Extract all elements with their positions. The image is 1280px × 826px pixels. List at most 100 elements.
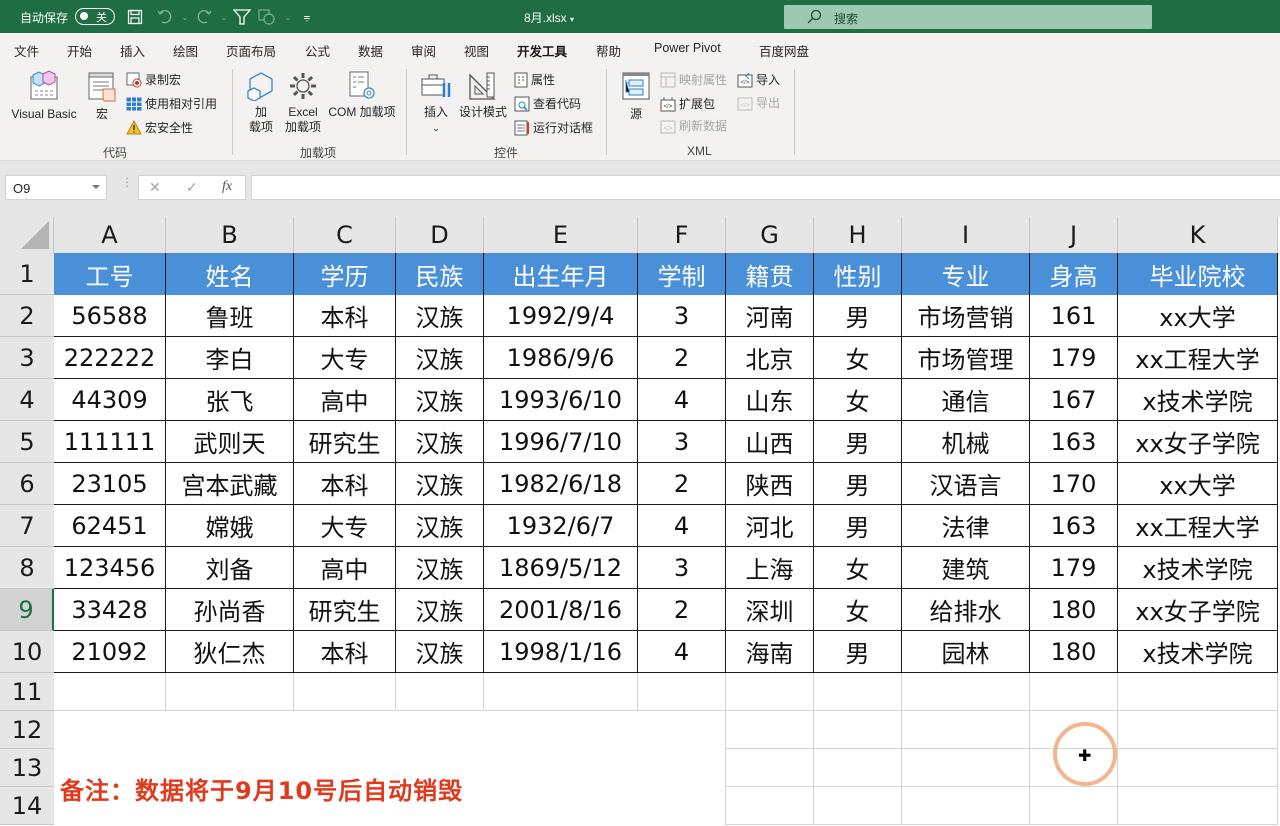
empty-cell[interactable] [1118, 711, 1278, 749]
table-cell[interactable]: 167 [1030, 379, 1118, 421]
row-header-4[interactable]: 4 [0, 379, 54, 421]
row-header-12[interactable]: 12 [0, 711, 54, 749]
table-cell[interactable]: 汉族 [396, 547, 484, 589]
table-cell[interactable]: 1932/6/7 [484, 505, 638, 547]
table-cell[interactable]: 陕西 [726, 463, 814, 505]
filter-icon[interactable] [232, 7, 252, 27]
table-cell[interactable]: 170 [1030, 463, 1118, 505]
tab-formulas[interactable]: 公式 [305, 41, 330, 60]
row-header-2[interactable]: 2 [0, 295, 54, 337]
autosave-toggle[interactable]: 关 [75, 8, 115, 25]
table-cell[interactable]: 汉族 [396, 589, 484, 631]
column-header-h[interactable]: H [814, 217, 902, 253]
table-cell[interactable]: 本科 [294, 463, 396, 505]
table-cell[interactable]: 山西 [726, 421, 814, 463]
table-cell[interactable]: x技术学院 [1118, 379, 1278, 421]
com-addins-button[interactable]: COM 加载项 [326, 71, 398, 120]
map-properties-button[interactable]: 映射属性 [660, 71, 727, 88]
table-cell[interactable]: 汉族 [396, 505, 484, 547]
table-cell[interactable]: 山东 [726, 379, 814, 421]
table-cell[interactable]: 汉族 [396, 421, 484, 463]
header-cell[interactable]: 姓名 [166, 253, 294, 295]
header-cell[interactable]: 学历 [294, 253, 396, 295]
row-header-3[interactable]: 3 [0, 337, 54, 379]
export-button[interactable]: </> 导出 [737, 94, 780, 111]
table-cell[interactable]: xx女子学院 [1118, 421, 1278, 463]
properties-button[interactable]: 属性 [514, 71, 555, 88]
excel-addins-button[interactable]: Excel 加载项 [282, 71, 324, 135]
table-cell[interactable]: 海南 [726, 631, 814, 673]
row-header-9[interactable]: 9 [0, 589, 54, 631]
table-cell[interactable]: 河南 [726, 295, 814, 337]
undo-icon[interactable] [155, 7, 175, 27]
table-cell[interactable]: 大专 [294, 505, 396, 547]
table-cell[interactable]: 男 [814, 421, 902, 463]
table-cell[interactable]: 3 [638, 295, 726, 337]
table-cell[interactable]: 1982/6/18 [484, 463, 638, 505]
merged-note-cell[interactable] [54, 711, 726, 825]
column-header-d[interactable]: D [396, 217, 484, 253]
table-cell[interactable]: 163 [1030, 505, 1118, 547]
tab-insert[interactable]: 插入 [120, 41, 145, 60]
table-cell[interactable]: 男 [814, 505, 902, 547]
table-cell[interactable]: 法律 [902, 505, 1030, 547]
visual-basic-button[interactable]: Visual Basic [10, 69, 78, 122]
table-cell[interactable]: 本科 [294, 631, 396, 673]
name-box[interactable]: O9 [5, 175, 107, 200]
table-cell[interactable]: 180 [1030, 589, 1118, 631]
table-cell[interactable]: 北京 [726, 337, 814, 379]
empty-cell[interactable] [814, 749, 902, 787]
empty-cell[interactable] [726, 749, 814, 787]
row-header-14[interactable]: 14 [0, 787, 54, 825]
table-cell[interactable]: xx女子学院 [1118, 589, 1278, 631]
table-cell[interactable]: 狄仁杰 [166, 631, 294, 673]
table-cell[interactable]: 大专 [294, 337, 396, 379]
run-dialog-button[interactable]: 运行对话框 [514, 119, 593, 136]
macros-button[interactable]: 宏 [86, 71, 118, 122]
table-cell[interactable]: 市场管理 [902, 337, 1030, 379]
table-cell[interactable]: 研究生 [294, 589, 396, 631]
empty-cell[interactable] [1118, 673, 1278, 711]
column-header-e[interactable]: E [484, 217, 638, 253]
empty-cell[interactable] [1118, 787, 1278, 825]
save-icon[interactable] [125, 7, 145, 27]
table-cell[interactable]: 汉语言 [902, 463, 1030, 505]
addins-button[interactable]: 加 载项 [244, 71, 278, 135]
column-header-g[interactable]: G [726, 217, 814, 253]
header-cell[interactable]: 性别 [814, 253, 902, 295]
tab-baidu-netdisk[interactable]: 百度网盘 [759, 41, 809, 60]
empty-cell[interactable] [396, 673, 484, 711]
column-header-f[interactable]: F [638, 217, 726, 253]
tab-view[interactable]: 视图 [464, 41, 489, 60]
table-cell[interactable]: 市场营销 [902, 295, 1030, 337]
tab-developer[interactable]: 开发工具 [517, 41, 568, 66]
table-cell[interactable]: 孙尚香 [166, 589, 294, 631]
resize-handle-icon[interactable]: ⋮ [121, 176, 133, 188]
tab-power-pivot[interactable]: Power Pivot [654, 41, 721, 55]
empty-cell[interactable] [54, 673, 166, 711]
empty-cell[interactable] [902, 787, 1030, 825]
header-cell[interactable]: 工号 [54, 253, 166, 295]
name-box-dropdown-icon[interactable] [92, 185, 100, 189]
empty-cell[interactable] [166, 673, 294, 711]
table-cell[interactable]: 21092 [54, 631, 166, 673]
table-cell[interactable]: 汉族 [396, 631, 484, 673]
table-cell[interactable]: 1986/9/6 [484, 337, 638, 379]
empty-cell[interactable] [1118, 749, 1278, 787]
search-box[interactable]: 搜索 [784, 5, 1152, 29]
header-cell[interactable]: 身高 [1030, 253, 1118, 295]
insert-function-icon[interactable]: fx [222, 179, 232, 195]
table-cell[interactable]: xx工程大学 [1118, 505, 1278, 547]
row-header-6[interactable]: 6 [0, 463, 54, 505]
column-header-k[interactable]: K [1118, 217, 1278, 253]
table-cell[interactable]: 1992/9/4 [484, 295, 638, 337]
cancel-icon[interactable]: ✕ [149, 179, 161, 196]
row-header-1[interactable]: 1 [0, 253, 54, 295]
table-cell[interactable]: 男 [814, 463, 902, 505]
table-cell[interactable]: 179 [1030, 337, 1118, 379]
table-cell[interactable]: xx大学 [1118, 295, 1278, 337]
table-cell[interactable]: 深圳 [726, 589, 814, 631]
view-code-button[interactable]: 查看代码 [514, 95, 581, 112]
table-cell[interactable]: 179 [1030, 547, 1118, 589]
table-cell[interactable]: 李白 [166, 337, 294, 379]
